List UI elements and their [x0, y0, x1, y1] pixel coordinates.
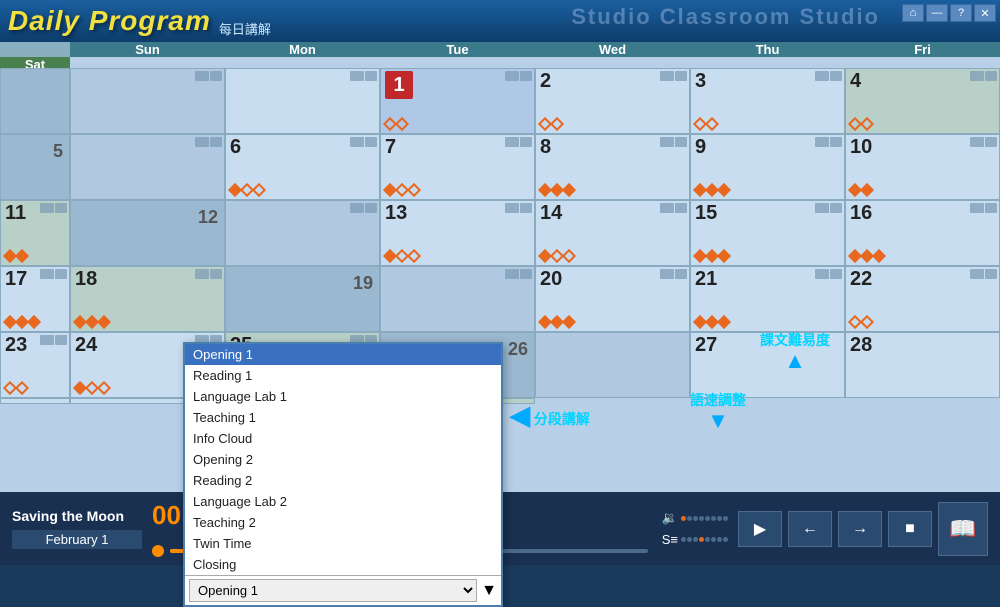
week-num-4: 19 — [225, 266, 380, 332]
play-button[interactable]: ▶ — [738, 511, 782, 547]
track-date: February 1 — [12, 530, 142, 549]
day-header-thu: Thu — [690, 42, 845, 57]
cal-cell-empty-w5[interactable] — [535, 332, 690, 398]
dropdown-select[interactable]: Opening 1 — [189, 579, 477, 602]
dropdown-item-6[interactable]: Reading 2 — [185, 470, 501, 491]
cal-cell-21[interactable]: 21 — [690, 266, 845, 332]
spd-dot-3[interactable] — [693, 537, 698, 542]
cal-cell-11[interactable]: 11 — [0, 200, 70, 266]
cal-cell-empty-w3[interactable] — [225, 200, 380, 266]
dropdown-item-1[interactable]: Reading 1 — [185, 365, 501, 386]
cal-cell-4[interactable]: 4 — [845, 68, 1000, 134]
vol-dot-3[interactable] — [693, 516, 698, 521]
progress-dot[interactable] — [152, 545, 164, 557]
cal-cell-8[interactable]: 8 — [535, 134, 690, 200]
playback-controls: ▶ ← → ■ 📖 — [738, 502, 988, 556]
speed-dots[interactable] — [681, 537, 728, 542]
cal-cell-13[interactable]: 13 — [380, 200, 535, 266]
close-button[interactable]: ✕ — [974, 4, 996, 22]
cal-cell-empty-w4[interactable] — [380, 266, 535, 332]
day-header-sun: Sun — [70, 42, 225, 57]
back-button[interactable]: ← — [788, 511, 832, 547]
spd-dot-1[interactable] — [681, 537, 686, 542]
dropdown-arrow[interactable]: ▼ — [481, 582, 497, 600]
track-title: Saving the Moon — [12, 508, 142, 524]
dropdown-item-3[interactable]: Teaching 1 — [185, 407, 501, 428]
spd-dot-7[interactable] — [717, 537, 722, 542]
vol-dot-6[interactable] — [711, 516, 716, 521]
dropdown-item-4[interactable]: Info Cloud — [185, 428, 501, 449]
cal-cell-empty-w2[interactable] — [70, 134, 225, 200]
cal-cell-27[interactable]: 27 — [690, 332, 845, 398]
day-header-fri: Fri — [845, 42, 1000, 57]
cal-cell-28[interactable]: 28 — [845, 332, 1000, 398]
speed-icon: S≡ — [662, 532, 678, 547]
stop-button[interactable]: ■ — [888, 511, 932, 547]
vol-dot-1[interactable] — [681, 516, 686, 521]
help-button[interactable]: ? — [950, 4, 972, 22]
dropdown-item-8[interactable]: Teaching 2 — [185, 512, 501, 533]
dropdown-select-row: Opening 1 ▼ — [185, 575, 501, 605]
volume-dots[interactable] — [681, 516, 728, 521]
cal-cell-18[interactable]: 18 — [70, 266, 225, 332]
cal-cell-9[interactable]: 9 — [690, 134, 845, 200]
spd-dot-5[interactable] — [705, 537, 710, 542]
dropdown-item-9[interactable]: Twin Time — [185, 533, 501, 554]
cal-cell-3[interactable]: 3 — [690, 68, 845, 134]
cal-cell-14[interactable]: 14 — [535, 200, 690, 266]
day-header-wed: Wed — [535, 42, 690, 57]
book-button[interactable]: 📖 — [938, 502, 988, 556]
vol-dot-7[interactable] — [717, 516, 722, 521]
volume-icon[interactable]: 🔉 — [662, 510, 678, 526]
cal-cell-7[interactable]: 7 — [380, 134, 535, 200]
cal-cell-17[interactable]: 17 — [0, 266, 70, 332]
spd-dot-6[interactable] — [711, 537, 716, 542]
day-header-tue: Tue — [380, 42, 535, 57]
dropdown-item-2[interactable]: Language Lab 1 — [185, 386, 501, 407]
track-info: Saving the Moon February 1 — [12, 508, 142, 549]
cal-cell-20[interactable]: 20 — [535, 266, 690, 332]
week-num-1 — [0, 68, 70, 134]
cal-cell-empty-w5-wed — [0, 398, 70, 404]
spd-dot-2[interactable] — [687, 537, 692, 542]
cal-cell-22[interactable]: 22 — [845, 266, 1000, 332]
speed-row: S≡ — [662, 532, 728, 547]
vol-dot-5[interactable] — [705, 516, 710, 521]
cal-cell-6[interactable]: 6 — [225, 134, 380, 200]
home-button[interactable]: ⌂ — [902, 4, 924, 22]
day-headers: Sun Mon Tue Wed Thu Fri Sat — [0, 42, 1000, 68]
day-header-mon: Mon — [225, 42, 380, 57]
app-title: Daily Program — [8, 5, 211, 37]
vol-dot-2[interactable] — [687, 516, 692, 521]
app-subtitle: 每日講解 — [219, 19, 271, 38]
vol-dot-8[interactable] — [723, 516, 728, 521]
cal-cell-15[interactable]: 15 — [690, 200, 845, 266]
cal-cell-empty-2[interactable] — [225, 68, 380, 134]
cal-cell-1[interactable]: 1 — [380, 68, 535, 134]
week-num-2: 5 — [0, 134, 70, 200]
forward-button[interactable]: → — [838, 511, 882, 547]
minimize-button[interactable]: — — [926, 4, 948, 22]
spd-dot-4[interactable] — [699, 537, 704, 542]
header-bg-text: Studio Classroom Studio — [571, 4, 880, 30]
week-num-3: 12 — [70, 200, 225, 266]
volume-row: 🔉 — [662, 510, 728, 526]
cal-cell-10[interactable]: 10 — [845, 134, 1000, 200]
vol-dot-4[interactable] — [699, 516, 704, 521]
cal-cell-empty-1[interactable] — [70, 68, 225, 134]
cal-cell-16[interactable]: 16 — [845, 200, 1000, 266]
dropdown-item-0[interactable]: Opening 1 — [185, 344, 501, 365]
av-controls: 🔉 S≡ — [662, 510, 728, 547]
window-controls: ⌂ — ? ✕ — [902, 4, 996, 22]
segment-dropdown[interactable]: Opening 1 Reading 1 Language Lab 1 Teach… — [183, 342, 503, 607]
spd-dot-8[interactable] — [723, 537, 728, 542]
app-header: Daily Program 每日講解 Studio Classroom Stud… — [0, 0, 1000, 42]
cal-cell-2[interactable]: 2 — [535, 68, 690, 134]
dropdown-item-5[interactable]: Opening 2 — [185, 449, 501, 470]
cal-cell-23[interactable]: 23 — [0, 332, 70, 398]
dropdown-item-7[interactable]: Language Lab 2 — [185, 491, 501, 512]
